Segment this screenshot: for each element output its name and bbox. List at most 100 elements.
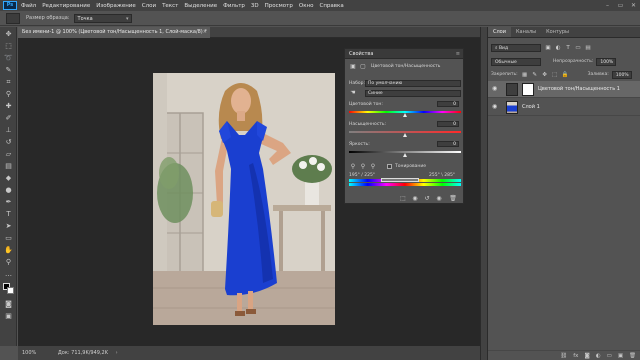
lock-move-icon[interactable]: ✥ [542,72,548,78]
tab-channels[interactable]: Каналы [511,27,541,37]
eyedropper-icon[interactable]: ⚲ [349,163,357,170]
menu-edit[interactable]: Редактирование [42,3,90,9]
close-tab-icon[interactable]: × [203,27,207,38]
fx-icon[interactable]: fx [573,353,578,359]
range-selection[interactable] [381,178,419,182]
blend-mode-select[interactable]: Обычные [491,57,541,66]
quick-mask-icon[interactable]: ◙ [2,299,15,309]
visibility-icon[interactable]: ◉ [435,195,443,202]
path-select-tool-icon[interactable]: ➤ [2,221,15,231]
stamp-tool-icon[interactable]: ⊥ [2,125,15,135]
zoom-tool-icon[interactable]: ⚲ [2,257,15,267]
maximize-icon[interactable]: ▭ [614,0,627,11]
menu-select[interactable]: Выделение [184,3,217,9]
menu-view[interactable]: Просмотр [265,3,293,9]
blur-tool-icon[interactable]: ◆ [2,173,15,183]
status-menu-arrow-icon[interactable]: › [116,350,118,356]
adjustment-name: Цветовой тон/Насыщенность [371,64,441,69]
opacity-input[interactable]: 100% [596,57,617,66]
menu-text[interactable]: Текст [162,3,178,9]
properties-header[interactable]: Свойства ≡ [345,49,463,59]
background-color-swatch[interactable] [7,287,14,294]
filter-shape-icon[interactable]: ▭ [575,45,581,51]
menu-file[interactable]: Файл [21,3,36,9]
lasso-tool-icon[interactable]: ➰ [2,53,15,63]
eyedropper-tool-preset-icon[interactable] [6,12,20,24]
menu-window[interactable]: Окно [299,3,314,9]
trash-icon[interactable]: 🗑 [629,353,636,359]
channel-select[interactable]: Синие [365,90,461,97]
crop-tool-icon[interactable]: ⌗ [2,77,15,87]
quick-select-tool-icon[interactable]: ✎ [2,65,15,75]
fill-input[interactable]: 100% [611,70,632,79]
colorize-checkbox[interactable] [387,164,392,169]
sample-size-select[interactable]: Точка [73,13,132,23]
panel-menu-icon[interactable]: ≡ [456,49,460,59]
saturation-value[interactable]: 0 [437,121,459,127]
eyedropper-tool-icon[interactable]: ⚲ [2,89,15,99]
reset-icon[interactable]: ↺ [423,195,431,202]
shape-tool-icon[interactable]: ▭ [2,233,15,243]
filter-smart-icon[interactable]: ▤ [585,45,591,51]
filter-pixel-icon[interactable]: ▣ [545,45,551,51]
filter-type-icon[interactable]: T [565,45,571,51]
eyedropper-plus-icon[interactable]: ⚲ [359,163,367,170]
lightness-slider-thumb[interactable] [402,153,407,157]
eraser-tool-icon[interactable]: ▱ [2,149,15,159]
layer-filter-select[interactable]: ⌕ Вид [491,43,541,52]
preset-select[interactable]: По умолчанию [365,80,461,87]
link-icon[interactable]: ⛓ [560,353,567,359]
more-tools-icon[interactable]: … [2,269,15,279]
clip-to-layer-icon[interactable]: ⬚ [399,195,407,202]
lock-pixels-icon[interactable]: ▦ [522,72,528,78]
add-mask-icon[interactable]: ◙ [584,353,589,359]
view-previous-icon[interactable]: ◉ [411,195,419,202]
tab-paths[interactable]: Контуры [541,27,574,37]
minimize-icon[interactable]: – [601,0,614,11]
lock-all-icon[interactable]: 🔒 [562,72,569,78]
range-bottom-bar[interactable] [349,183,461,186]
new-adjustment-icon[interactable]: ◐ [596,353,601,359]
zoom-level[interactable]: 100% [22,350,36,356]
lock-artboard-icon[interactable]: ⬚ [552,72,558,78]
brush-tool-icon[interactable]: ✐ [2,113,15,123]
screen-mode-icon[interactable]: ▣ [2,311,15,321]
filter-adjust-icon[interactable]: ◐ [555,45,561,51]
lightness-value[interactable]: 0 [437,141,459,147]
saturation-slider-thumb[interactable] [402,133,407,137]
layer-row-layer-1[interactable]: ◉ Слой 1 [488,99,640,116]
eye-icon[interactable]: ◉ [492,103,497,110]
hue-slider-thumb[interactable] [402,113,407,117]
delete-icon[interactable]: 🗑 [449,195,457,202]
eye-icon[interactable]: ◉ [492,85,497,92]
on-image-adjust-icon[interactable]: ☚ [349,89,357,96]
layer-mask-thumbnail[interactable] [522,83,534,96]
lock-paint-icon[interactable]: ✎ [532,72,538,78]
close-icon[interactable]: ✕ [627,0,640,11]
menu-filter[interactable]: Фильтр [223,3,245,9]
tab-layers[interactable]: Слои [488,27,511,37]
layer-row-hue-saturation[interactable]: ◉ Цветовой тон/Насыщенность 1 [488,81,640,98]
pen-tool-icon[interactable]: ✒ [2,197,15,207]
layer-name[interactable]: Цветовой тон/Насыщенность 1 [538,81,620,98]
document-image[interactable] [153,73,335,325]
layer-name[interactable]: Слой 1 [522,99,540,116]
dodge-tool-icon[interactable]: ● [2,185,15,195]
new-layer-icon[interactable]: ▣ [618,353,623,359]
type-tool-icon[interactable]: T [2,209,15,219]
document-tab[interactable]: Без имени-1 @ 100% (Цветовой тон/Насыщен… [18,27,210,38]
menu-layers[interactable]: Слои [142,3,156,9]
hand-tool-icon[interactable]: ✋ [2,245,15,255]
healing-tool-icon[interactable]: ✚ [2,101,15,111]
eyedropper-minus-icon[interactable]: ⚲ [369,163,377,170]
gradient-tool-icon[interactable]: ▤ [2,161,15,171]
menu-help[interactable]: Справка [319,3,343,9]
hue-value[interactable]: 0 [437,101,459,107]
move-tool-icon[interactable]: ✥ [2,29,15,39]
mask-icon[interactable]: ▢ [359,63,367,70]
menu-3d[interactable]: 3D [251,3,259,9]
history-brush-tool-icon[interactable]: ↺ [2,137,15,147]
marquee-tool-icon[interactable]: ⬚ [2,41,15,51]
group-folder-icon[interactable]: ▭ [607,353,612,359]
menu-image[interactable]: Изображение [96,3,136,9]
